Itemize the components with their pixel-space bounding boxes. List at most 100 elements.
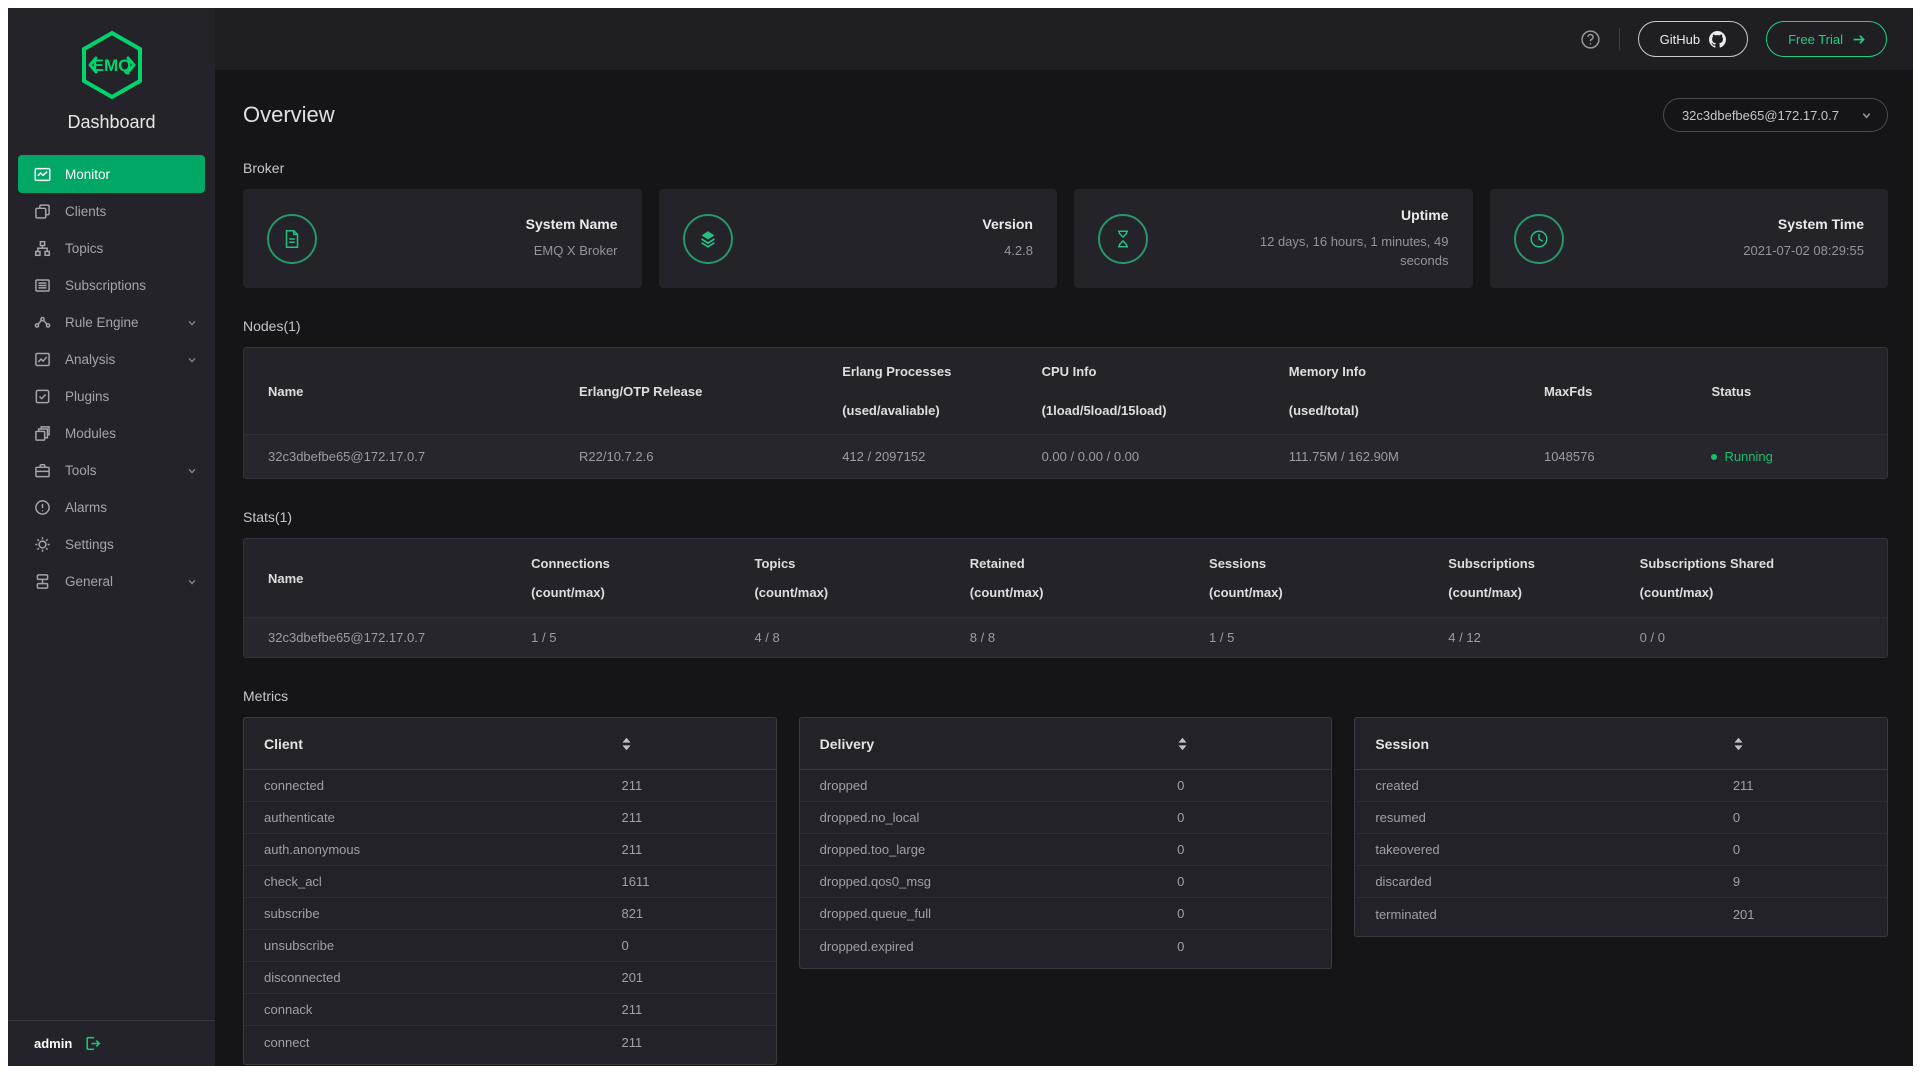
sidebar-item-alarms[interactable]: Alarms: [8, 489, 215, 526]
session-metrics-body: created 211 resumed 0 takeovered 0: [1355, 770, 1887, 930]
sidebar-item-plugins[interactable]: Plugins: [8, 378, 215, 415]
stats-column-header: Subscriptions (count/max): [1448, 556, 1639, 600]
sidebar-item-label: Topics: [65, 241, 103, 256]
plugins-icon: [34, 388, 51, 405]
node-otp-cell: R22/10.7.2.6: [579, 449, 842, 464]
free-trial-button[interactable]: Free Trial: [1766, 21, 1887, 57]
sidebar-item-monitor[interactable]: Monitor: [18, 155, 205, 193]
client-metrics-body: connected 211 authenticate 211 auth.anon…: [244, 770, 776, 1058]
card-title: Uptime: [1224, 207, 1449, 223]
sidebar-item-rule-engine[interactable]: Rule Engine: [8, 304, 215, 341]
topbar: GitHub Free Trial: [215, 8, 1913, 70]
settings-icon: [34, 536, 51, 553]
nodes-column-header: Erlang/OTP Release: [579, 384, 842, 399]
sidebar-item-label: General: [65, 574, 113, 589]
chevron-down-icon: [187, 318, 197, 328]
sidebar-item-general[interactable]: General: [8, 563, 215, 600]
sidebar-item-analysis[interactable]: Analysis: [8, 341, 215, 378]
sort-icon[interactable]: [621, 737, 632, 751]
stats-column-header: Name: [268, 571, 531, 586]
sidebar-footer: admin: [8, 1020, 215, 1066]
page-title: Overview: [243, 102, 335, 128]
session-metrics-header: Session: [1355, 718, 1887, 770]
stats-column-header: Subscriptions Shared (count/max): [1640, 556, 1863, 600]
metric-row: authenticate 211: [244, 802, 776, 834]
node-maxfds-cell: 1048576: [1544, 449, 1711, 464]
svg-text:EMQ: EMQ: [92, 56, 131, 75]
logout-icon[interactable]: [84, 1035, 101, 1052]
sidebar-item-label: Plugins: [65, 389, 109, 404]
sidebar-item-label: Tools: [65, 463, 97, 478]
github-button-label: GitHub: [1660, 32, 1700, 47]
sidebar-item-modules[interactable]: Modules: [8, 415, 215, 452]
emqx-dashboard-app: EMQ Dashboard Monitor Clients: [8, 8, 1913, 1066]
nodes-column-header: MaxFds: [1544, 384, 1711, 399]
analysis-icon: [34, 351, 51, 368]
node-status-cell: Running: [1711, 449, 1863, 464]
delivery-metrics-table: Delivery dropped 0: [799, 717, 1333, 969]
stats-table-header: Name Connections (count/max) Topics (cou…: [244, 539, 1887, 617]
metric-row: dropped.qos0_msg 0: [800, 866, 1332, 898]
sidebar-item-label: Alarms: [65, 500, 107, 515]
modules-icon: [34, 425, 51, 442]
sidebar-item-topics[interactable]: Topics: [8, 230, 215, 267]
clients-icon: [34, 203, 51, 220]
metric-row: dropped.too_large 0: [800, 834, 1332, 866]
chevron-down-icon: [1861, 110, 1872, 121]
help-icon[interactable]: [1580, 29, 1601, 50]
system-time-card: System Time 2021-07-02 08:29:55: [1490, 189, 1889, 288]
metric-row: disconnected 201: [244, 962, 776, 994]
sort-icon[interactable]: [1177, 737, 1188, 751]
stats-sessions-cell: 1 / 5: [1209, 630, 1448, 645]
stats-subscriptions-shared-cell: 0 / 0: [1640, 630, 1863, 645]
metric-row: subscribe 821: [244, 898, 776, 930]
github-button[interactable]: GitHub: [1638, 21, 1748, 57]
rule-engine-icon: [34, 314, 51, 331]
sidebar-item-label: Clients: [65, 204, 106, 219]
node-name-cell: 32c3dbefbe65@172.17.0.7: [268, 449, 579, 464]
version-card: Version 4.2.8: [659, 189, 1058, 288]
monitor-icon: [34, 166, 51, 183]
sidebar-item-subscriptions[interactable]: Subscriptions: [8, 267, 215, 304]
running-status-dot: [1711, 454, 1717, 460]
sidebar-item-tools[interactable]: Tools: [8, 452, 215, 489]
sidebar-item-label: Rule Engine: [65, 315, 139, 330]
nodes-column-header: Memory Info (used/total): [1289, 364, 1544, 418]
nodes-column-header: CPU Info (1load/5load/15load): [1042, 364, 1289, 418]
metric-row: terminated 201: [1355, 898, 1887, 930]
sidebar-item-label: Settings: [65, 537, 114, 552]
metrics-grid: Client connected 211: [243, 717, 1888, 1065]
card-title: System Time: [1743, 216, 1864, 232]
sidebar-item-label: Analysis: [65, 352, 115, 367]
hourglass-icon: [1098, 214, 1148, 264]
card-value: 2021-07-02 08:29:55: [1743, 241, 1864, 261]
delivery-metrics-header: Delivery: [800, 718, 1332, 770]
topbar-divider: [1619, 28, 1620, 50]
metric-row: auth.anonymous 211: [244, 834, 776, 866]
metric-row: connack 211: [244, 994, 776, 1026]
stats-table: Name Connections (count/max) Topics (cou…: [243, 538, 1888, 658]
card-value: 12 days, 16 hours, 1 minutes, 49 seconds: [1224, 232, 1449, 271]
stats-column-header: Sessions (count/max): [1209, 556, 1448, 600]
sidebar-item-clients[interactable]: Clients: [8, 193, 215, 230]
node-selector-value: 32c3dbefbe65@172.17.0.7: [1682, 108, 1839, 123]
page-header: Overview 32c3dbefbe65@172.17.0.7: [243, 98, 1888, 132]
username: admin: [34, 1036, 72, 1051]
sort-icon[interactable]: [1733, 737, 1744, 751]
stats-topics-cell: 4 / 8: [754, 630, 969, 645]
general-icon: [34, 573, 51, 590]
nodes-table: Name Erlang/OTP Release Erlang Processes…: [243, 347, 1888, 479]
session-metrics-table: Session created 211: [1354, 717, 1888, 937]
sidebar-item-label: Subscriptions: [65, 278, 146, 293]
chevron-down-icon: [187, 577, 197, 587]
nodes-column-header: Name: [268, 384, 579, 399]
stats-column-header: Topics (count/max): [754, 556, 969, 600]
sidebar-item-settings[interactable]: Settings: [8, 526, 215, 563]
node-selector-dropdown[interactable]: 32c3dbefbe65@172.17.0.7: [1663, 98, 1888, 132]
metric-row: discarded 9: [1355, 866, 1887, 898]
sidebar-menu: Monitor Clients Topics: [8, 155, 215, 600]
arrow-right-icon: [1852, 33, 1865, 46]
emqx-logo: EMQ: [8, 8, 215, 100]
node-processes-cell: 412 / 2097152: [842, 449, 1041, 464]
metrics-section-label: Metrics: [243, 688, 1888, 704]
